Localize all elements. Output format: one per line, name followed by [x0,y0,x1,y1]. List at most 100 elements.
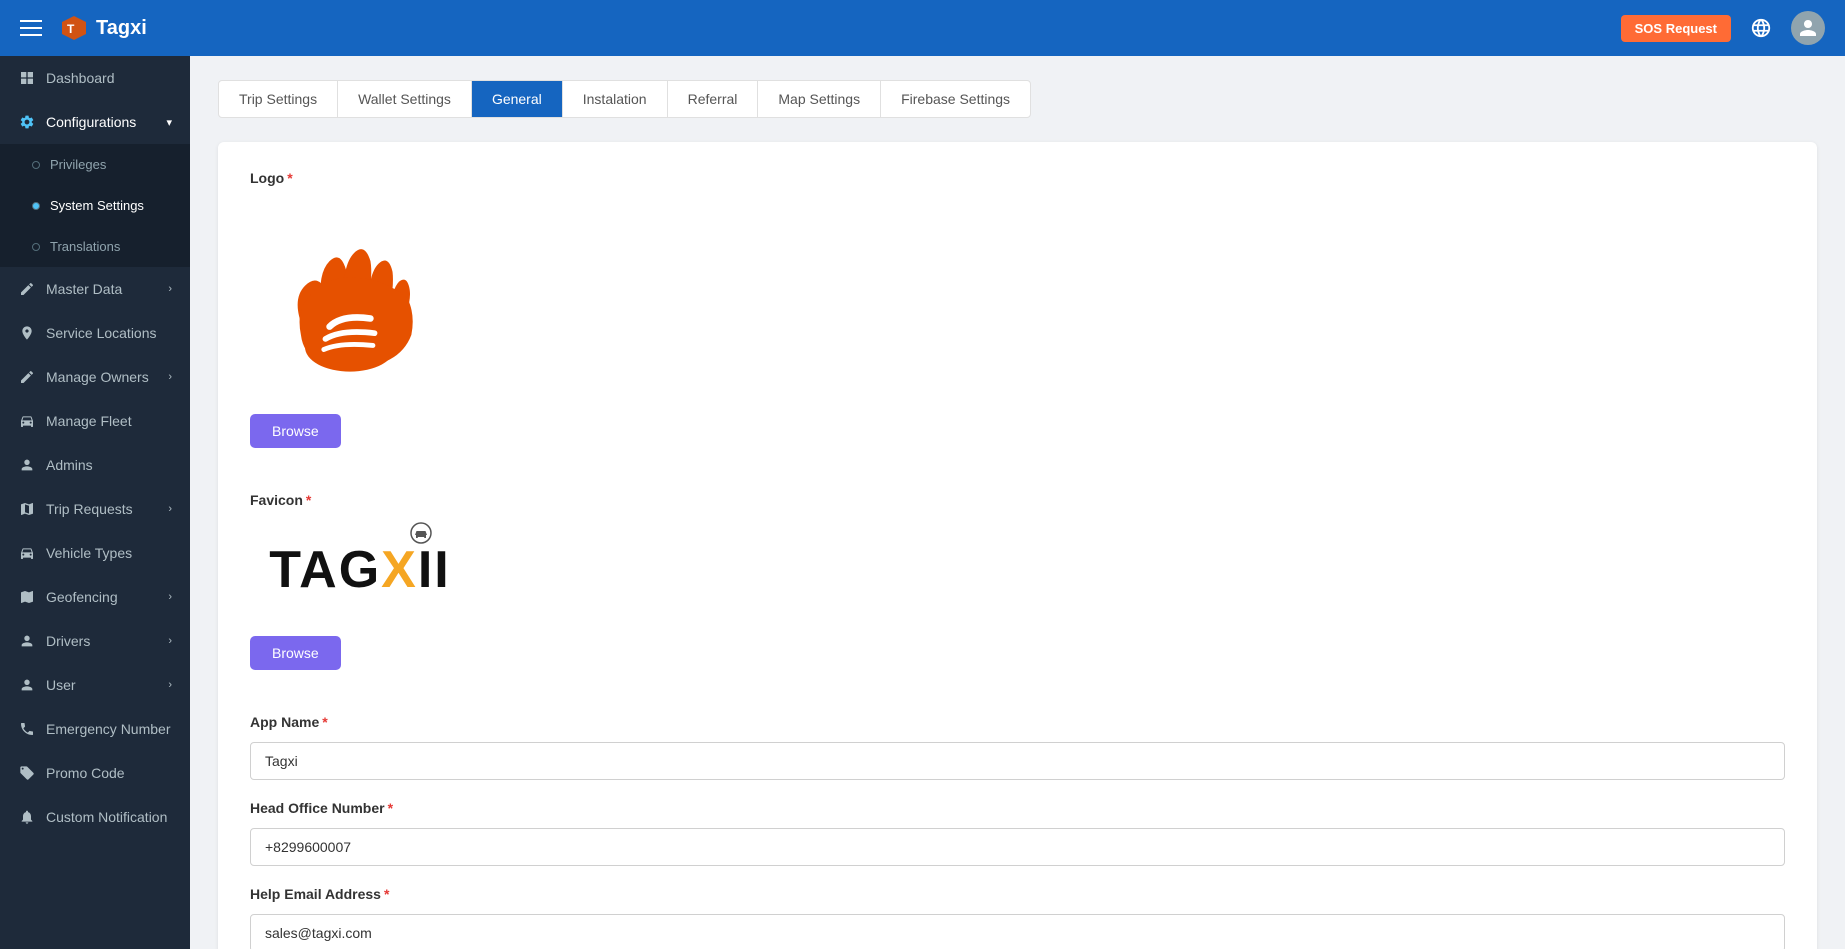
admins-icon [18,456,36,474]
vehicle-icon [18,544,36,562]
grid-icon [18,69,36,87]
sidebar-label-promo-code: Promo Code [46,765,125,781]
svg-text:T: T [67,22,75,36]
sidebar-item-service-locations[interactable]: Service Locations [0,311,190,355]
tab-general[interactable]: General [472,81,563,117]
sidebar-item-promo-code[interactable]: Promo Code [0,751,190,795]
sidebar-label-admins: Admins [46,457,93,473]
chevron-right-icon-drivers: › [168,635,172,647]
sidebar-label-custom-notification: Custom Notification [46,809,167,825]
bell-icon [18,808,36,826]
sidebar-item-admins[interactable]: Admins [0,443,190,487]
sidebar-label-vehicle-types: Vehicle Types [46,545,132,561]
main-content: Trip Settings Wallet Settings General In… [190,56,1845,949]
tab-wallet-settings[interactable]: Wallet Settings [338,81,472,117]
layout: Dashboard Configurations ▾ Privileges Sy… [0,56,1845,949]
app-name-label: App Name* [250,714,1785,730]
sidebar-item-configurations[interactable]: Configurations ▾ [0,100,190,144]
phone-icon [18,720,36,738]
app-name-input[interactable] [250,742,1785,780]
sidebar-label-emergency-number: Emergency Number [46,721,171,737]
sidebar-label-manage-owners: Manage Owners [46,369,149,385]
app-name-field: App Name* [250,714,1785,800]
sidebar-item-system-settings[interactable]: System Settings [0,185,190,226]
sub-dot-active-icon [32,202,40,210]
sidebar-item-drivers[interactable]: Drivers › [0,619,190,663]
trip-map-icon [18,500,36,518]
topbar: T Tagxi SOS Request [0,0,1845,56]
sidebar-item-manage-fleet[interactable]: Manage Fleet [0,399,190,443]
drivers-icon [18,632,36,650]
sidebar-item-dashboard[interactable]: Dashboard [0,56,190,100]
chevron-right-icon-geo: › [168,591,172,603]
settings-icon [18,113,36,131]
help-email-input[interactable] [250,914,1785,949]
sidebar-item-translations[interactable]: Translations [0,226,190,267]
sidebar-item-master-data[interactable]: Master Data › [0,267,190,311]
fleet-car-icon [18,412,36,430]
sub-dot-icon [32,161,40,169]
logo-image [260,208,440,388]
sidebar-label-system-settings: System Settings [50,198,144,213]
sidebar-item-emergency-number[interactable]: Emergency Number [0,707,190,751]
sidebar-label-service-locations: Service Locations [46,325,157,341]
sidebar-item-privileges[interactable]: Privileges [0,144,190,185]
tab-instalation[interactable]: Instalation [563,81,668,117]
sidebar-label-geofencing: Geofencing [46,589,118,605]
brand-name: Tagxi [96,17,147,40]
tab-referral[interactable]: Referral [668,81,759,117]
sidebar-label-manage-fleet: Manage Fleet [46,413,132,429]
owner-icon [18,368,36,386]
sidebar-label-master-data: Master Data [46,281,122,297]
sidebar-item-custom-notification[interactable]: Custom Notification [0,795,190,839]
avatar[interactable] [1791,11,1825,45]
favicon-label: Favicon* [250,492,1785,508]
settings-tabs: Trip Settings Wallet Settings General In… [218,80,1031,118]
favicon-browse-button[interactable]: Browse [250,636,341,670]
tag-icon [18,764,36,782]
head-office-field: Head Office Number* [250,800,1785,886]
sidebar-label-trip-requests: Trip Requests [46,501,133,517]
location-icon [18,324,36,342]
sidebar-label-configurations: Configurations [46,114,136,130]
chevron-right-icon-owners: › [168,371,172,383]
geofencing-icon [18,588,36,606]
sidebar-label-translations: Translations [50,239,120,254]
help-email-label: Help Email Address* [250,886,1785,902]
sos-button[interactable]: SOS Request [1621,15,1731,42]
tab-firebase-settings[interactable]: Firebase Settings [881,81,1030,117]
chevron-right-icon-trip: › [168,503,172,515]
logo-preview [250,198,450,398]
sidebar-item-manage-owners[interactable]: Manage Owners › [0,355,190,399]
head-office-label: Head Office Number* [250,800,1785,816]
car-favicon-icon [407,522,435,544]
sidebar-item-geofencing[interactable]: Geofencing › [0,575,190,619]
edit-icon [18,280,36,298]
sidebar: Dashboard Configurations ▾ Privileges Sy… [0,56,190,949]
brand: T Tagxi [60,14,147,42]
chevron-right-icon: › [168,283,172,295]
sidebar-label-privileges: Privileges [50,157,106,172]
topbar-left: T Tagxi [20,14,147,42]
sidebar-item-user[interactable]: User › [0,663,190,707]
sidebar-item-vehicle-types[interactable]: Vehicle Types [0,531,190,575]
chevron-down-icon: ▾ [166,116,172,129]
hamburger-menu[interactable] [20,20,42,36]
user-icon [18,676,36,694]
sub-dot-trans-icon [32,243,40,251]
favicon-section: Favicon* TAGXII [250,492,1785,670]
head-office-input[interactable] [250,828,1785,866]
language-icon[interactable] [1745,12,1777,44]
tab-trip-settings[interactable]: Trip Settings [219,81,338,117]
sidebar-label-dashboard: Dashboard [46,70,115,86]
sidebar-label-drivers: Drivers [46,633,90,649]
topbar-right: SOS Request [1621,11,1825,45]
favicon-preview: TAGXII [250,520,470,620]
logo-label: Logo* [250,170,1785,186]
tab-map-settings[interactable]: Map Settings [758,81,881,117]
form-card: Logo* [218,142,1817,949]
sidebar-label-user: User [46,677,76,693]
sidebar-item-trip-requests[interactable]: Trip Requests › [0,487,190,531]
logo-browse-button[interactable]: Browse [250,414,341,448]
configurations-submenu: Privileges System Settings Translations [0,144,190,267]
